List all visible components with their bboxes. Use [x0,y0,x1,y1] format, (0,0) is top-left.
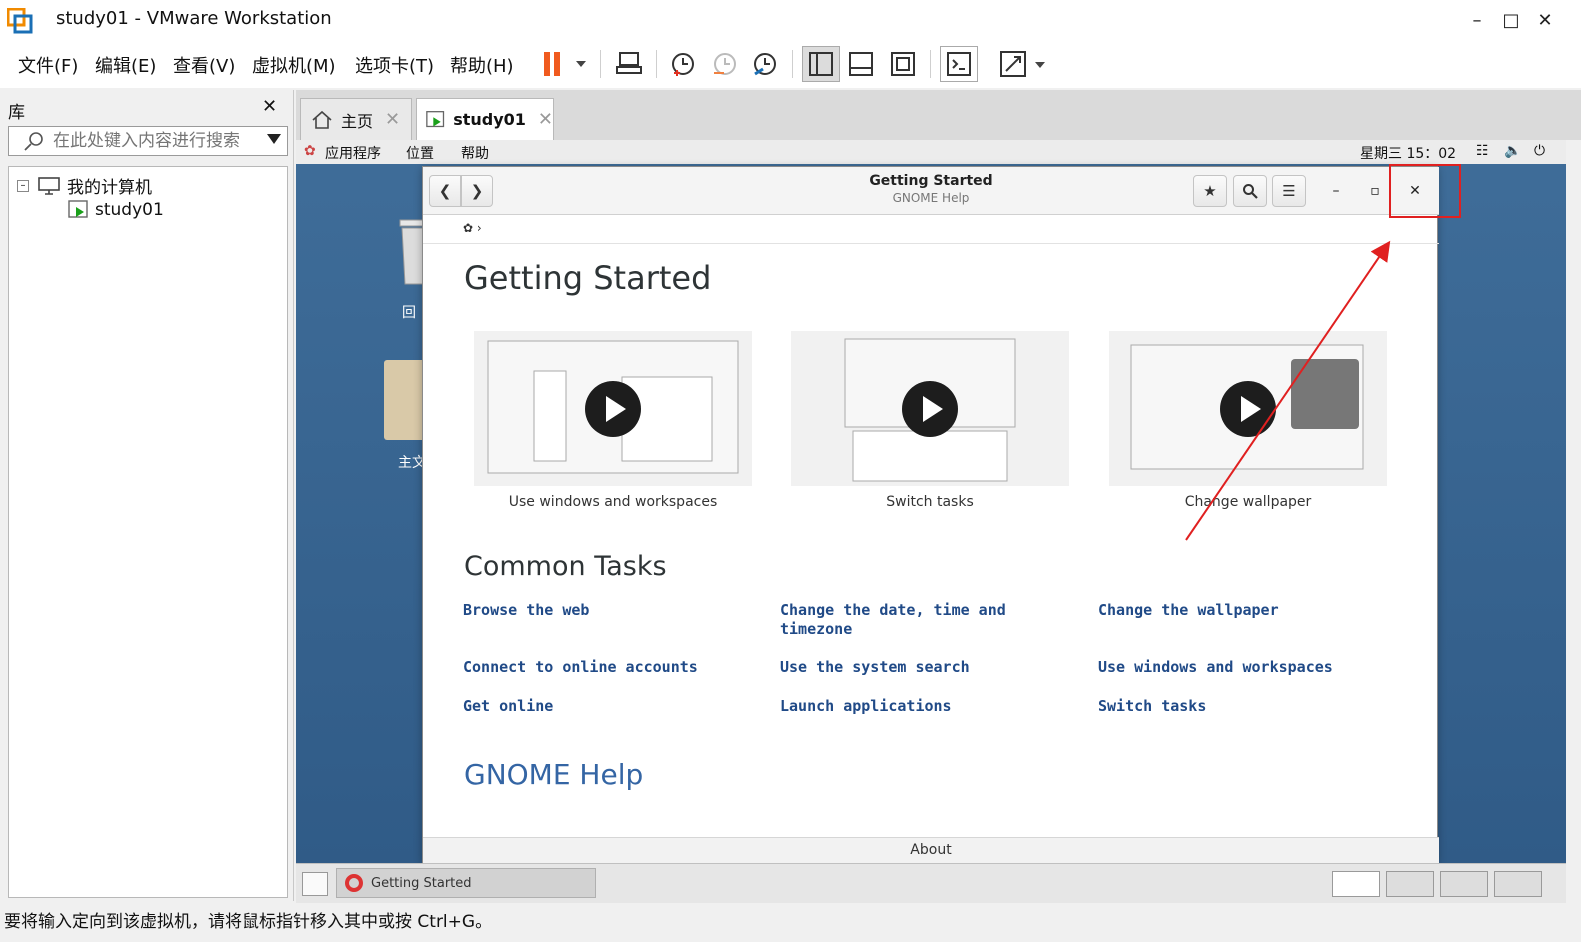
library-panel: 库 ✕ – 我的计算机 study01 [0,90,294,901]
tab-home[interactable]: 主页 ✕ [300,98,412,140]
search-dropdown-icon[interactable] [267,134,281,144]
tree-label-my-computer: 我的计算机 [67,178,152,198]
taskbar-item-getting-started[interactable]: Getting Started [336,868,596,898]
resize-icon [1000,51,1045,77]
maximize-button[interactable]: □ [1496,6,1526,34]
taskbar-item-label: Getting Started [371,875,472,891]
workspace-2[interactable] [1386,871,1434,897]
console-view-button[interactable] [940,46,978,82]
fullscreen-icon [891,52,915,76]
menu-tabs[interactable]: 选项卡(T) [355,52,434,78]
library-title: 库 [8,103,25,123]
title-bar: study01 - VMware Workstation – □ ✕ [0,0,1581,40]
clock-plus-icon [672,53,694,76]
library-tree: – 我的计算机 study01 [8,166,288,898]
menu-vm[interactable]: 虚拟机(M) [252,52,336,78]
library-close-icon[interactable]: ✕ [262,96,277,117]
library-search-box [8,126,288,156]
tab-home-close-icon[interactable]: ✕ [385,109,400,130]
vm-running-icon [426,110,445,127]
tab-home-label: 主页 [341,111,374,131]
library-view-button[interactable] [802,46,840,82]
workspace-1[interactable] [1332,871,1380,897]
tree-label-study01: study01 [95,200,164,220]
menu-help[interactable]: 帮助(H) [450,52,514,78]
snapshot-manager-button[interactable] [746,46,784,82]
thumbnail-bar-button[interactable] [842,46,880,82]
bottom-bar-layout-icon [849,52,873,76]
search-icon [24,132,43,151]
stretch-guest-button[interactable] [996,46,1050,82]
status-text: 要将输入定向到该虚拟机，请将鼠标指针移入其中或按 Ctrl+G。 [4,912,493,932]
lifebuoy-icon [345,874,363,892]
tab-study01-close-icon[interactable]: ✕ [538,109,553,130]
snapshot-button[interactable] [664,46,702,82]
revert-snapshot-button[interactable] [706,46,744,82]
window-title: study01 - VMware Workstation [56,8,332,29]
send-ctrl-alt-del-button[interactable] [610,46,648,82]
computer-icon [38,176,60,195]
sidebar-layout-icon [809,52,833,76]
annotation-arrow [1185,240,1391,541]
vmware-logo-icon [7,8,33,34]
tree-node-my-computer[interactable]: – 我的计算机 [17,173,152,198]
suspend-button[interactable] [536,46,592,82]
tab-study01[interactable]: study01 ✕ [416,98,554,140]
status-bar: 要将输入定向到该虚拟机，请将鼠标指针移入其中或按 Ctrl+G。 [0,903,1581,942]
close-window-button[interactable]: ✕ [1530,6,1560,34]
menu-file[interactable]: 文件(F) [18,52,78,78]
vm-running-icon [68,200,88,218]
library-search-input[interactable] [53,130,263,152]
pause-icon [544,52,586,76]
menu-edit[interactable]: 编辑(E) [95,52,156,78]
clock-wrench-icon [754,53,776,76]
workspace-4[interactable] [1494,871,1542,897]
minimize-button[interactable]: – [1462,6,1492,34]
tab-study01-label: study01 [453,110,526,129]
collapse-icon[interactable]: – [17,179,29,192]
vm-display[interactable]: ✿ 应用程序 位置 帮助 星期三 15：02 ☷ 🔈 ⏻ 回 主文 ❮ ❯ Ge… [296,140,1566,903]
tree-node-study01[interactable]: study01 [67,199,164,221]
workspace-3[interactable] [1440,871,1488,897]
tab-bar: 主页 ✕ study01 ✕ [296,90,1581,140]
full-screen-button[interactable] [884,46,922,82]
menu-bar: 文件(F) 编辑(E) 查看(V) 虚拟机(M) 选项卡(T) 帮助(H) [0,40,1581,88]
menu-view[interactable]: 查看(V) [173,52,235,78]
terminal-icon [947,52,971,76]
clock-revert-icon [714,53,736,75]
home-icon [312,110,332,129]
computer-send-icon [616,52,642,74]
show-desktop-button[interactable] [302,872,328,896]
gnome-bottom-panel: Getting Started [296,863,1566,903]
